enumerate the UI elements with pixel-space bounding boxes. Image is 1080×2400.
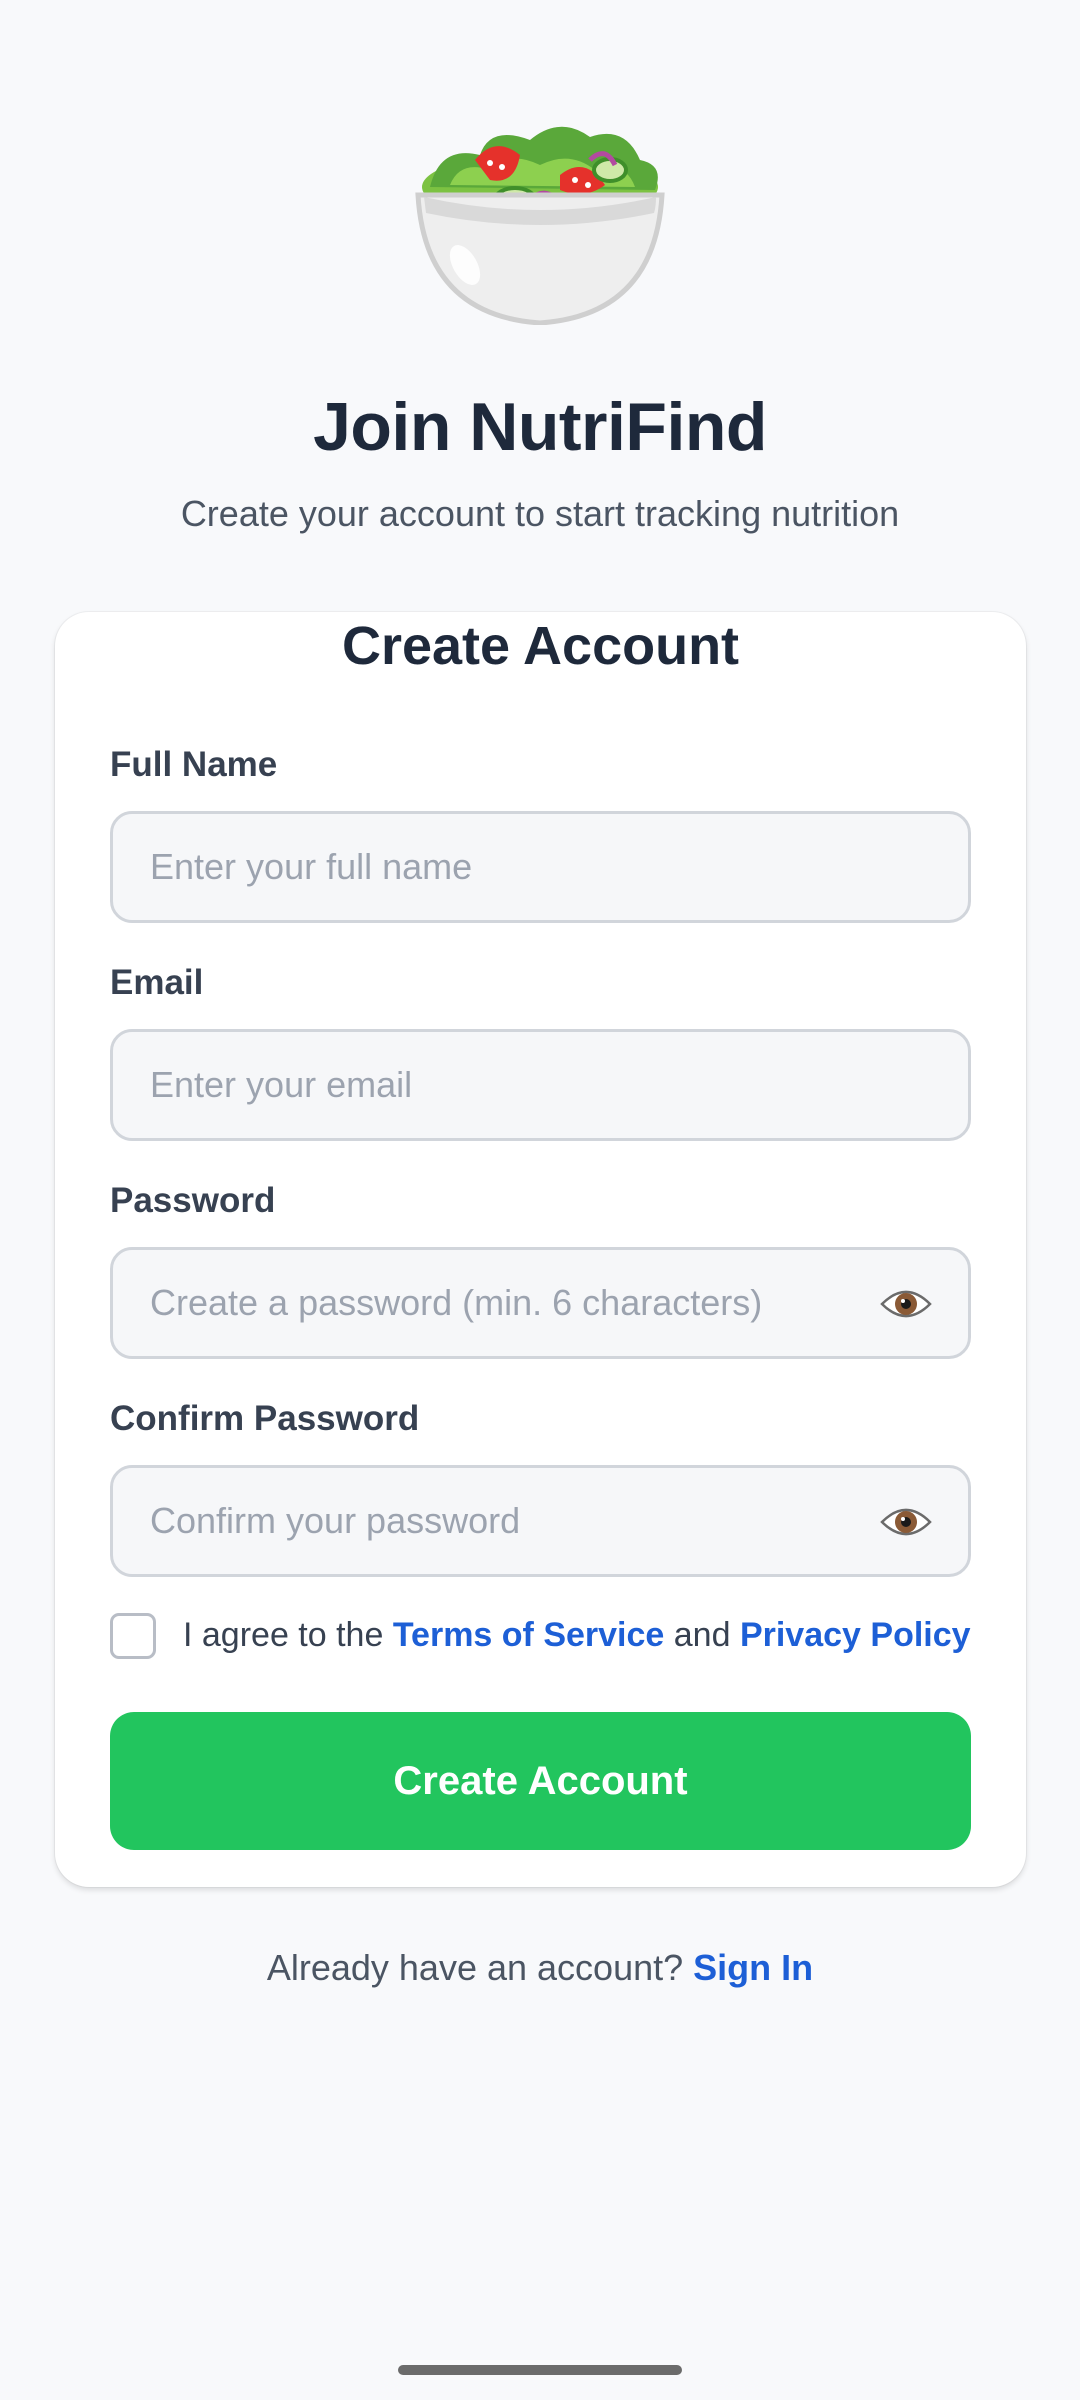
confirm-password-label: Confirm Password [110, 1399, 420, 1438]
terms-of-service-link[interactable]: Terms of Service [393, 1616, 665, 1654]
full-name-field-box [110, 811, 971, 923]
page-subtitle: Create your account to start tracking nu… [180, 493, 900, 534]
signin-prompt: Already have an account? [266, 1947, 694, 1988]
terms-text: I agree to the Terms of Service and Priv… [183, 1616, 971, 1655]
create-account-card: Create Account Full Name Email Password … [55, 612, 1026, 1887]
home-indicator[interactable] [398, 2365, 682, 2375]
terms-middle: and [664, 1616, 740, 1654]
email-input[interactable] [113, 1032, 968, 1138]
eye-icon[interactable] [880, 1502, 932, 1542]
terms-checkbox[interactable] [110, 1613, 156, 1659]
password-field-box [110, 1247, 971, 1359]
terms-row: I agree to the Terms of Service and Priv… [110, 1612, 980, 1660]
create-account-button[interactable]: Create Account [110, 1712, 971, 1850]
email-label: Email [110, 963, 204, 1002]
sign-in-link[interactable]: Sign In [693, 1947, 813, 1988]
signin-row: Already have an account? Sign In [0, 1947, 1080, 1989]
signup-screen: Join NutriFind Create your account to st… [0, 0, 1080, 2400]
email-field-box [110, 1029, 971, 1141]
full-name-label: Full Name [110, 745, 278, 784]
card-title: Create Account [341, 616, 740, 676]
confirm-password-field-box [110, 1465, 971, 1577]
full-name-input[interactable] [113, 814, 968, 920]
password-input[interactable] [113, 1250, 968, 1356]
password-label: Password [110, 1181, 276, 1220]
salad-bowl-icon [415, 126, 665, 325]
terms-prefix: I agree to the [183, 1616, 393, 1654]
eye-icon[interactable] [880, 1284, 932, 1324]
page-title: Join NutriFind [313, 389, 767, 465]
privacy-policy-link[interactable]: Privacy Policy [740, 1616, 971, 1654]
confirm-password-input[interactable] [113, 1468, 968, 1574]
